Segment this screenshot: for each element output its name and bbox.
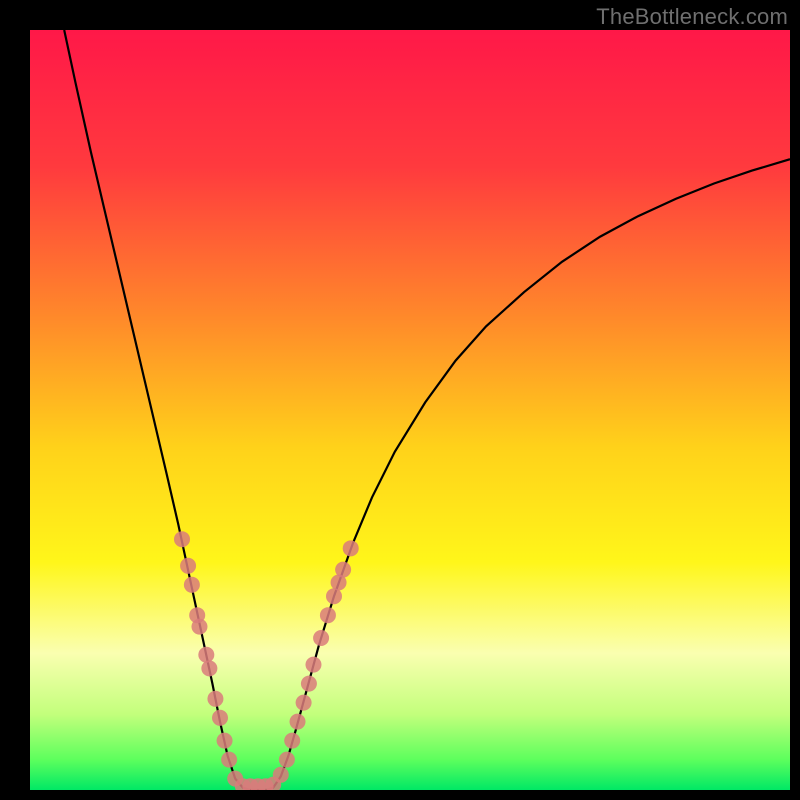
- data-point: [335, 562, 351, 578]
- gradient-background: [30, 30, 790, 790]
- data-point: [221, 752, 237, 768]
- data-point: [217, 733, 233, 749]
- chart-svg: [30, 30, 790, 790]
- data-point: [212, 710, 228, 726]
- chart-container: TheBottleneck.com: [0, 0, 800, 800]
- data-point: [313, 630, 329, 646]
- data-point: [174, 531, 190, 547]
- data-point: [201, 660, 217, 676]
- data-point: [343, 540, 359, 556]
- data-point: [198, 647, 214, 663]
- data-point: [305, 657, 321, 673]
- data-point: [180, 558, 196, 574]
- data-point: [184, 577, 200, 593]
- data-point: [207, 691, 223, 707]
- data-point: [290, 714, 306, 730]
- data-point: [284, 733, 300, 749]
- data-point: [296, 695, 312, 711]
- watermark-text: TheBottleneck.com: [596, 4, 788, 30]
- data-point: [279, 752, 295, 768]
- data-point: [320, 607, 336, 623]
- data-point: [301, 676, 317, 692]
- data-point: [326, 588, 342, 604]
- data-point: [191, 619, 207, 635]
- plot-area: [30, 30, 790, 790]
- data-point: [273, 767, 289, 783]
